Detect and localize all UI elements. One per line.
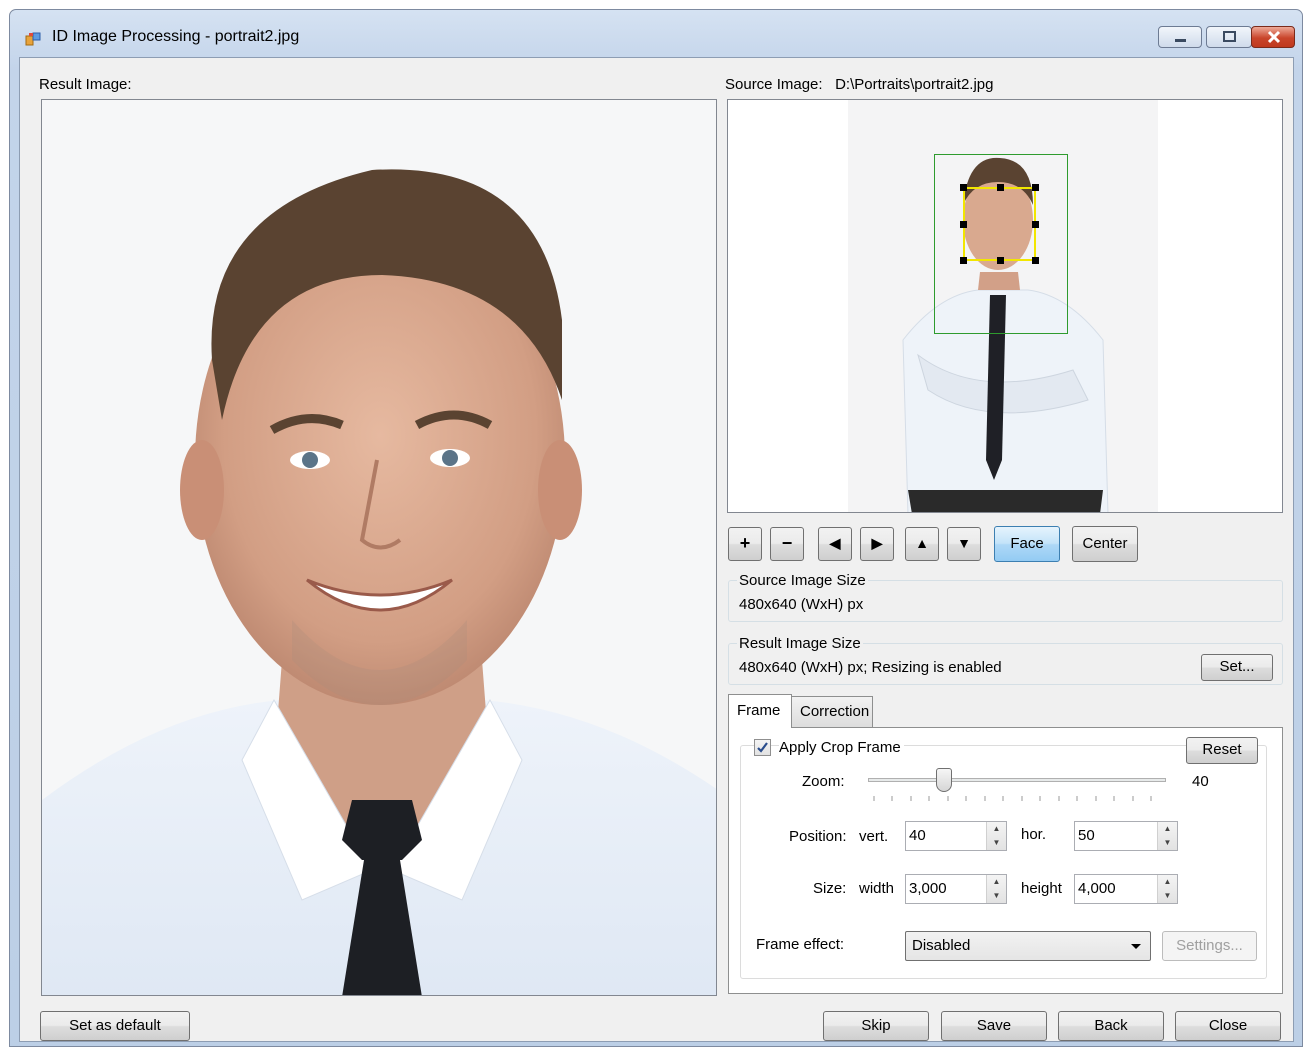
width-value: 3,000 bbox=[909, 880, 947, 897]
resize-handle[interactable] bbox=[997, 184, 1004, 191]
move-left-button[interactable]: ◀ bbox=[818, 527, 852, 561]
up-arrow-icon[interactable]: ▲ bbox=[987, 875, 1006, 889]
vert-stepper-arrows[interactable]: ▲ ▼ bbox=[986, 822, 1006, 850]
resize-handle[interactable] bbox=[997, 257, 1004, 264]
title-bar[interactable]: ID Image Processing - portrait2.jpg bbox=[10, 10, 1302, 58]
frame-effect-value: Disabled bbox=[912, 937, 971, 954]
source-image-caption: Source Image: bbox=[725, 76, 823, 93]
up-arrow-icon[interactable]: ▲ bbox=[1158, 822, 1177, 836]
back-button[interactable]: Back bbox=[1058, 1011, 1164, 1041]
portrait-result-illustration bbox=[42, 100, 716, 995]
face-detection-box[interactable] bbox=[960, 184, 1039, 264]
move-up-button[interactable]: ▲ bbox=[905, 527, 939, 561]
close-icon[interactable] bbox=[1251, 26, 1295, 48]
result-image-label: Result Image: bbox=[39, 76, 132, 93]
face-button[interactable]: Face bbox=[994, 526, 1060, 562]
set-size-button[interactable]: Set... bbox=[1201, 654, 1273, 681]
width-stepper-arrows[interactable]: ▲ ▼ bbox=[986, 875, 1006, 903]
down-arrow-icon[interactable]: ▼ bbox=[987, 836, 1006, 850]
move-down-button[interactable]: ▼ bbox=[947, 527, 981, 561]
settings-tabs: Frame Correction Apply Crop Frame Reset … bbox=[728, 694, 1283, 994]
zoom-label: Zoom: bbox=[802, 773, 845, 790]
resize-handle[interactable] bbox=[1032, 184, 1039, 191]
vert-stepper[interactable]: 40 ▲ ▼ bbox=[905, 821, 1007, 851]
vert-value: 40 bbox=[909, 827, 926, 844]
slider-thumb[interactable] bbox=[936, 768, 952, 792]
size-label: Size: bbox=[813, 880, 847, 897]
source-size-title: Source Image Size bbox=[737, 572, 868, 589]
chevron-down-icon bbox=[1131, 944, 1141, 949]
width-stepper[interactable]: 3,000 ▲ ▼ bbox=[905, 874, 1007, 904]
tab-frame[interactable]: Frame bbox=[728, 694, 792, 728]
position-label: Position: bbox=[789, 828, 847, 845]
slider-ticks bbox=[873, 796, 1152, 801]
tab-correction[interactable]: Correction bbox=[791, 696, 873, 728]
window-title: ID Image Processing - portrait2.jpg bbox=[52, 28, 300, 45]
zoom-in-button[interactable]: + bbox=[728, 527, 762, 561]
frame-tab-panel: Apply Crop Frame Reset Zoom: 40 Position… bbox=[728, 727, 1283, 994]
frame-effect-dropdown[interactable]: Disabled bbox=[905, 931, 1151, 961]
resize-handle[interactable] bbox=[960, 184, 967, 191]
height-stepper[interactable]: 4,000 ▲ ▼ bbox=[1074, 874, 1178, 904]
height-label: height bbox=[1021, 880, 1062, 897]
width-label: width bbox=[859, 880, 895, 897]
up-arrow-icon[interactable]: ▲ bbox=[1158, 875, 1177, 889]
client-area: Result Image: Source Image: D:\Portraits… bbox=[19, 57, 1294, 1042]
result-size-title: Result Image Size bbox=[737, 635, 863, 652]
height-value: 4,000 bbox=[1078, 880, 1116, 897]
hor-label: hor. bbox=[1021, 826, 1047, 843]
app-icon bbox=[25, 32, 41, 46]
frame-effect-label: Frame effect: bbox=[756, 936, 845, 953]
move-right-button[interactable]: ▶ bbox=[860, 527, 894, 561]
source-image-path: D:\Portraits\portrait2.jpg bbox=[835, 76, 994, 93]
zoom-out-button[interactable]: − bbox=[770, 527, 804, 561]
zoom-value: 40 bbox=[1192, 773, 1209, 790]
down-arrow-icon[interactable]: ▼ bbox=[1158, 836, 1177, 850]
up-arrow-icon[interactable]: ▲ bbox=[987, 822, 1006, 836]
hor-value: 50 bbox=[1078, 827, 1095, 844]
skip-button[interactable]: Skip bbox=[823, 1011, 929, 1041]
zoom-slider[interactable] bbox=[866, 766, 1168, 806]
source-image-label: Source Image: D:\Portraits\portrait2.jpg bbox=[725, 76, 993, 93]
app-window: ID Image Processing - portrait2.jpg Resu… bbox=[9, 9, 1303, 1047]
settings-button[interactable]: Settings... bbox=[1162, 931, 1257, 961]
down-arrow-icon[interactable]: ▼ bbox=[1158, 889, 1177, 903]
save-button[interactable]: Save bbox=[941, 1011, 1047, 1041]
resize-handle[interactable] bbox=[960, 257, 967, 264]
result-size-value: 480x640 (WxH) px; Resizing is enabled bbox=[739, 659, 1002, 676]
source-size-value: 480x640 (WxH) px bbox=[739, 596, 864, 613]
set-as-default-button[interactable]: Set as default bbox=[40, 1011, 190, 1041]
hor-stepper-arrows[interactable]: ▲ ▼ bbox=[1157, 822, 1177, 850]
down-arrow-icon[interactable]: ▼ bbox=[987, 889, 1006, 903]
resize-handle[interactable] bbox=[1032, 221, 1039, 228]
resize-handle[interactable] bbox=[1032, 257, 1039, 264]
reset-button[interactable]: Reset bbox=[1186, 737, 1258, 764]
slider-track bbox=[868, 778, 1166, 782]
resize-handle[interactable] bbox=[960, 221, 967, 228]
close-button[interactable]: Close bbox=[1175, 1011, 1281, 1041]
hor-stepper[interactable]: 50 ▲ ▼ bbox=[1074, 821, 1178, 851]
vert-label: vert. bbox=[859, 828, 889, 845]
height-stepper-arrows[interactable]: ▲ ▼ bbox=[1157, 875, 1177, 903]
checkmark-icon bbox=[757, 742, 768, 753]
source-image[interactable] bbox=[727, 99, 1283, 513]
maximize-icon[interactable] bbox=[1206, 26, 1252, 48]
result-image bbox=[41, 99, 717, 996]
minimize-icon[interactable] bbox=[1158, 26, 1202, 48]
apply-crop-label[interactable]: Apply Crop Frame bbox=[779, 739, 904, 756]
center-button[interactable]: Center bbox=[1072, 526, 1138, 562]
apply-crop-checkbox[interactable] bbox=[754, 739, 771, 756]
